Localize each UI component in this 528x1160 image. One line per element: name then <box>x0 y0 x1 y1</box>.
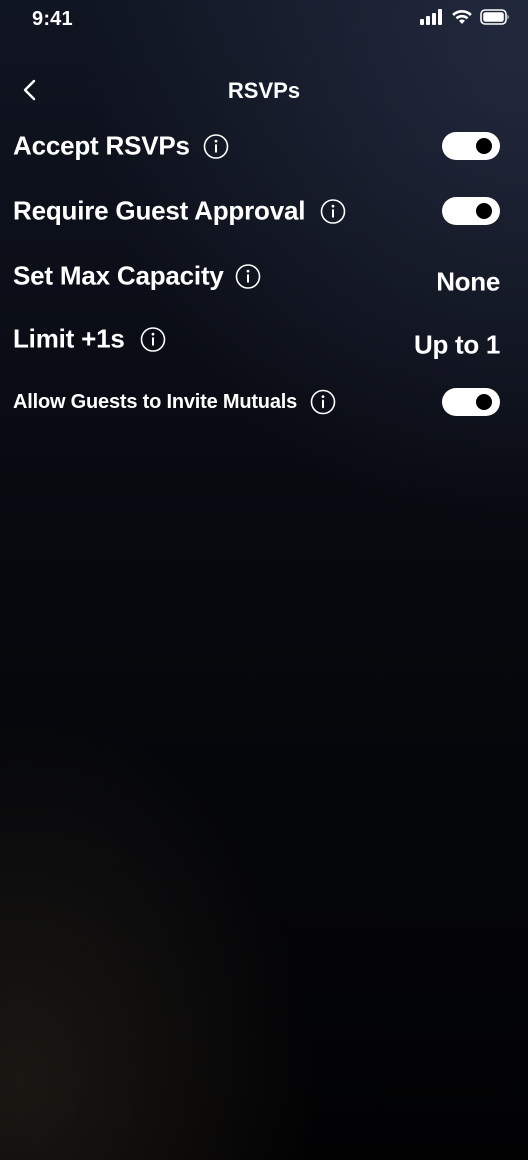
info-icon[interactable] <box>320 198 346 224</box>
toggle-knob <box>476 138 492 154</box>
status-time: 9:41 <box>32 8 73 30</box>
page-title: RSVPs <box>227 78 301 103</box>
setting-label-set-max-capacity: Set Max Capacity <box>13 260 224 291</box>
setting-label-limit-plus-ones: Limit +1s <box>13 323 125 354</box>
setting-row-require-guest-approval: Require Guest Approval <box>0 189 528 233</box>
toggle-knob <box>476 394 492 410</box>
battery-icon <box>480 9 510 30</box>
setting-row-allow-guests-invite-mutuals: Allow Guests to Invite Mutuals <box>0 380 528 424</box>
setting-label-require-guest-approval: Require Guest Approval <box>13 195 306 226</box>
info-icon[interactable] <box>203 133 229 159</box>
info-icon[interactable] <box>235 263 261 289</box>
nav-bar: RSVPs <box>0 68 528 114</box>
accept-rsvps-toggle[interactable] <box>442 132 500 160</box>
max-capacity-value[interactable]: None <box>436 267 500 298</box>
setting-row-limit-plus-ones: Limit +1s Up to 1 <box>0 317 528 361</box>
info-icon[interactable] <box>310 389 336 415</box>
setting-label-allow-guests-invite-mutuals: Allow Guests to Invite Mutuals <box>13 390 298 413</box>
toggle-knob <box>476 203 492 219</box>
status-icons <box>420 9 510 30</box>
info-icon[interactable] <box>140 326 166 352</box>
setting-row-accept-rsvps: Accept RSVPs <box>0 124 528 168</box>
require-guest-approval-toggle[interactable] <box>442 197 500 225</box>
setting-row-set-max-capacity: Set Max Capacity None <box>0 254 528 298</box>
signal-icon <box>420 9 444 30</box>
status-bar: 9:41 <box>0 0 528 40</box>
limit-plus-ones-value[interactable]: Up to 1 <box>414 330 500 361</box>
setting-label-accept-rsvps: Accept RSVPs <box>13 130 190 161</box>
allow-guests-invite-mutuals-toggle[interactable] <box>442 388 500 416</box>
wifi-icon <box>451 9 473 30</box>
